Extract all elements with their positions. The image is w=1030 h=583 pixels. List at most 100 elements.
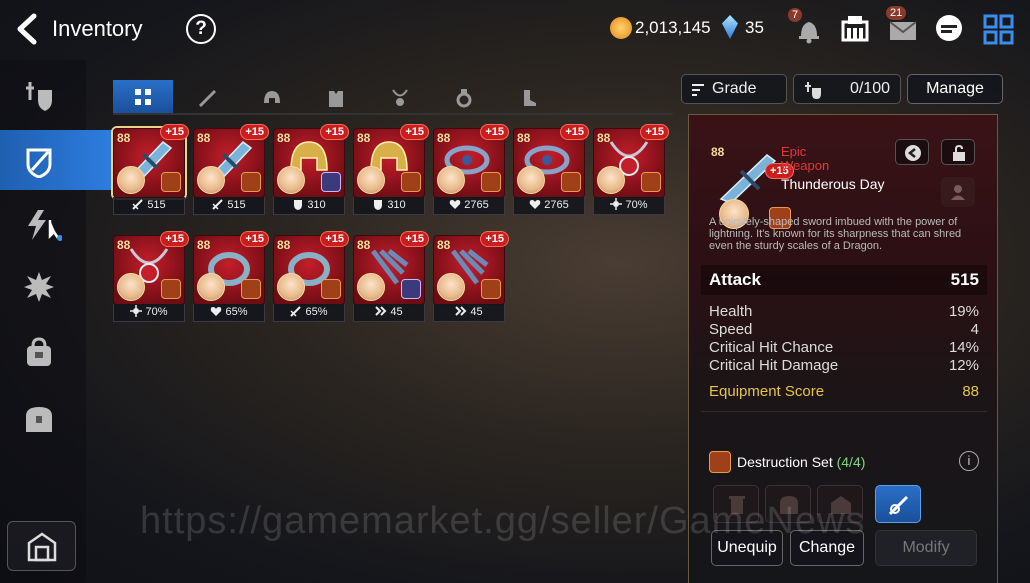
set-info-button[interactable]: i bbox=[959, 451, 979, 471]
lock-button[interactable] bbox=[941, 139, 975, 165]
share-button[interactable] bbox=[895, 139, 929, 165]
top-bar: Inventory ? 2,013,145 35 7 21 bbox=[0, 0, 1030, 60]
bag-icon bbox=[27, 337, 51, 366]
tab-helmet[interactable] bbox=[241, 80, 301, 114]
item-stat-value: 70% bbox=[145, 306, 168, 318]
item-enhance: +15 bbox=[320, 124, 349, 140]
item-stat-value: 65% bbox=[305, 306, 328, 318]
set-name-text: Destruction Set (4/4) bbox=[737, 454, 865, 470]
sidebar-item-equipment[interactable] bbox=[0, 130, 114, 190]
item-enhance: +15 bbox=[400, 124, 429, 140]
hero-avatar bbox=[197, 273, 225, 301]
sidebar-item-materials[interactable] bbox=[0, 256, 86, 316]
menu-button[interactable] bbox=[982, 12, 1016, 46]
back-button[interactable] bbox=[12, 12, 42, 46]
chat-icon bbox=[936, 15, 962, 41]
item-stat-value: 2765 bbox=[464, 199, 489, 211]
speed-set-icon bbox=[561, 172, 581, 192]
substat-row: Critical Hit Chance 14% bbox=[709, 339, 979, 357]
item-level: 88 bbox=[277, 238, 291, 252]
storage-button[interactable] bbox=[7, 521, 76, 571]
chat-button[interactable] bbox=[932, 12, 966, 46]
unlock-icon bbox=[953, 144, 965, 161]
item-stat-value: 515 bbox=[147, 199, 166, 211]
inventory-item[interactable]: 88 +15 2765 bbox=[513, 124, 589, 215]
item-enhance: +15 bbox=[160, 124, 189, 140]
item-level: 88 bbox=[597, 131, 611, 145]
hero-avatar bbox=[117, 273, 145, 301]
sidebar-item-artifacts[interactable] bbox=[0, 194, 86, 254]
inventory-item[interactable]: 88 +15 310 bbox=[353, 124, 429, 215]
slot-option-4[interactable] bbox=[875, 485, 921, 523]
tab-all[interactable] bbox=[113, 80, 173, 114]
grade-label: Grade bbox=[712, 80, 757, 97]
set-count: (4/4) bbox=[836, 454, 866, 470]
tab-boots[interactable] bbox=[497, 80, 557, 114]
item-stat-value: 310 bbox=[307, 199, 326, 211]
inventory-item[interactable]: 88 +15 70% bbox=[113, 231, 189, 322]
manage-button[interactable]: Manage bbox=[907, 74, 1003, 104]
inventory-item[interactable]: 88 +15 45 bbox=[353, 231, 429, 322]
grade-sort-button[interactable]: Grade bbox=[681, 74, 787, 104]
destruction-set-icon bbox=[321, 279, 341, 299]
main-stat: Attack 515 bbox=[701, 265, 987, 295]
modify-button[interactable]: Modify bbox=[875, 530, 977, 566]
substat-label: Critical Hit Chance bbox=[709, 339, 834, 356]
hero-silhouette-icon bbox=[951, 185, 965, 200]
sidebar-item-bag[interactable] bbox=[0, 322, 86, 382]
item-main-stat: 45 bbox=[433, 304, 505, 322]
type-text: Weapon bbox=[781, 158, 830, 173]
life-set-icon bbox=[321, 172, 341, 192]
item-stat-value: 65% bbox=[225, 306, 248, 318]
mail-button[interactable]: 21 bbox=[886, 6, 920, 46]
destruction-set-icon bbox=[161, 172, 181, 192]
inventory-item[interactable]: 88 +15 515 bbox=[113, 124, 189, 215]
substat-label: Speed bbox=[709, 321, 753, 338]
help-button[interactable]: ? bbox=[186, 14, 216, 44]
inventory-item[interactable]: 88 +15 70% bbox=[593, 124, 669, 215]
notification-button[interactable]: 7 bbox=[788, 8, 826, 46]
inventory-item[interactable]: 88 +15 45 bbox=[433, 231, 509, 322]
health-heart-icon bbox=[450, 200, 461, 209]
tab-ring[interactable] bbox=[433, 80, 493, 114]
equipment-type-tabs bbox=[113, 80, 673, 114]
all-grid-icon bbox=[135, 89, 151, 105]
hero-avatar bbox=[277, 166, 305, 194]
speed-icon bbox=[455, 306, 467, 316]
tab-armor[interactable] bbox=[305, 80, 365, 114]
sidebar-item-heroes[interactable] bbox=[0, 64, 86, 124]
destruction-set-icon bbox=[641, 172, 661, 192]
health-heart-icon bbox=[211, 307, 222, 316]
inventory-item[interactable]: 88 +15 2765 bbox=[433, 124, 509, 215]
grid-menu-icon bbox=[983, 14, 1014, 45]
inventory-item[interactable]: 88 +15 65% bbox=[193, 231, 269, 322]
detail-grade: Epic Weapon bbox=[781, 145, 829, 173]
inventory-item[interactable]: 88 +15 310 bbox=[273, 124, 349, 215]
set-info: Destruction Set (4/4) i bbox=[709, 451, 979, 473]
sort-icon bbox=[692, 84, 704, 96]
inventory-item[interactable]: 88 +15 515 bbox=[193, 124, 269, 215]
material-icon bbox=[24, 272, 54, 302]
hero-avatar bbox=[517, 166, 545, 194]
tab-necklace[interactable] bbox=[369, 80, 429, 114]
item-enhance: +15 bbox=[640, 124, 669, 140]
crystal-icon bbox=[722, 15, 738, 39]
tab-weapon[interactable] bbox=[177, 80, 237, 114]
item-main-stat: 45 bbox=[353, 304, 425, 322]
destruction-set-icon bbox=[709, 451, 731, 473]
detail-item-art: 88 +15 bbox=[705, 139, 794, 229]
guild-button[interactable] bbox=[838, 12, 872, 46]
sidebar-item-chest[interactable] bbox=[0, 388, 86, 448]
boots-icon bbox=[524, 90, 536, 106]
item-stat-value: 45 bbox=[470, 306, 483, 318]
inventory-item[interactable]: 88 +15 65% bbox=[273, 231, 349, 322]
capacity-button[interactable]: 0/100 bbox=[793, 74, 901, 104]
helmet-icon bbox=[264, 91, 280, 103]
item-stat-value: 2765 bbox=[544, 199, 569, 211]
item-enhance: +15 bbox=[240, 124, 269, 140]
equip-hero-button[interactable] bbox=[941, 177, 975, 207]
item-main-stat: 65% bbox=[273, 304, 345, 322]
item-name: Thunderous Day bbox=[781, 176, 885, 192]
inventory-capacity-icon bbox=[805, 82, 821, 99]
destruction-set-icon bbox=[481, 172, 501, 192]
